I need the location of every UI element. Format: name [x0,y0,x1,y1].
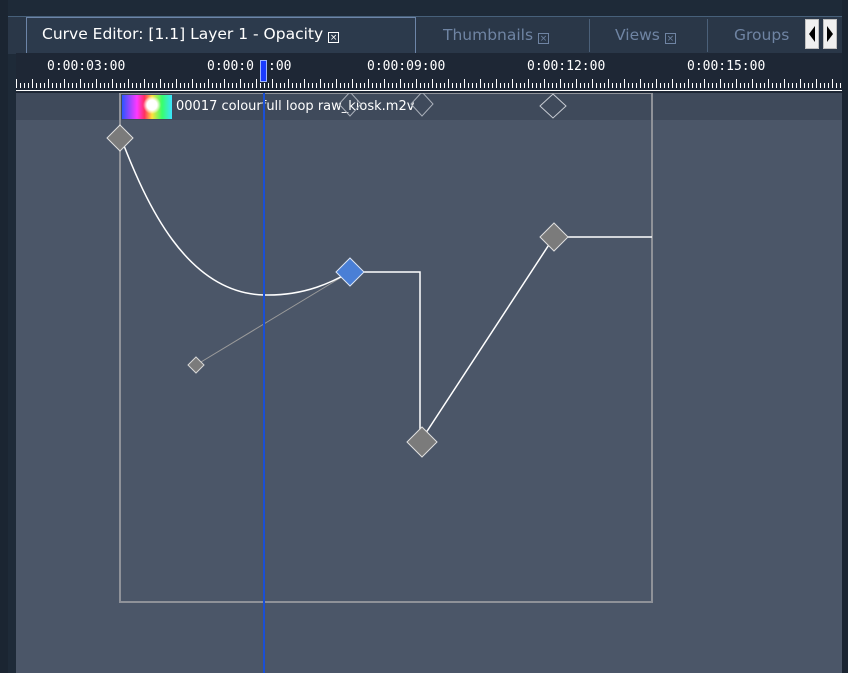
tab-scroll-left-button[interactable] [805,19,819,49]
keyframe[interactable] [106,124,134,152]
clip-marker-diamond[interactable] [410,93,434,117]
ruler-label: 0:00:03:00 [47,59,126,74]
tab-groups[interactable]: Groups [708,19,804,52]
tab-curve-editor-label: Curve Editor: [1.1] Layer 1 - Opacity [42,25,324,43]
playhead-handle[interactable] [260,60,267,82]
tab-scroll-right-button[interactable] [823,19,837,49]
window-frame-right [842,0,848,673]
tab-thumbnails-label: Thumbnails [443,26,534,44]
ruler-baseline [16,90,842,91]
close-icon[interactable]: × [328,32,340,43]
tab-curve-editor[interactable]: Curve Editor: [1.1] Layer 1 - Opacity × [26,17,416,53]
tangent-handle[interactable] [187,356,205,374]
keyframe-selected[interactable] [335,257,365,287]
ruler-label: 0:00:15:00 [687,59,766,74]
clip-bounds [119,93,653,603]
ruler-label: 0:00:0 [207,59,254,74]
window-frame-left [0,0,8,673]
ruler-label: 0:00:12:00 [527,59,606,74]
tab-groups-label: Groups [734,26,790,44]
opacity-curve-segment[interactable] [350,236,652,445]
keyframe[interactable] [539,222,569,252]
tab-thumbnails[interactable]: Thumbnails × [416,19,590,52]
panel-tab-bar: Curve Editor: [1.1] Layer 1 - Opacity × T… [8,16,842,54]
close-icon[interactable]: × [664,33,676,44]
triangle-right-icon [827,26,833,42]
ruler-label: :00 [268,59,292,74]
curve-editor-area[interactable]: 00017 colourfull loop raw_kiosk.m2v [16,93,842,673]
tab-views-label: Views [615,26,660,44]
keyframe[interactable] [406,426,438,458]
tangent-handle-line [195,271,351,366]
opacity-curve-segment[interactable] [120,137,351,296]
curve-canvas[interactable] [16,93,842,673]
tab-views[interactable]: Views × [590,19,708,52]
clip-marker-diamond[interactable] [338,93,362,117]
clip-marker-diamond[interactable] [539,93,567,119]
ruler-label: 0:00:09:00 [367,59,446,74]
time-ruler[interactable]: 0:00:03:00 0:00:0 :00 0:00:09:00 0:00:12… [16,53,842,93]
triangle-left-icon [809,26,815,42]
close-icon[interactable]: × [538,33,550,44]
